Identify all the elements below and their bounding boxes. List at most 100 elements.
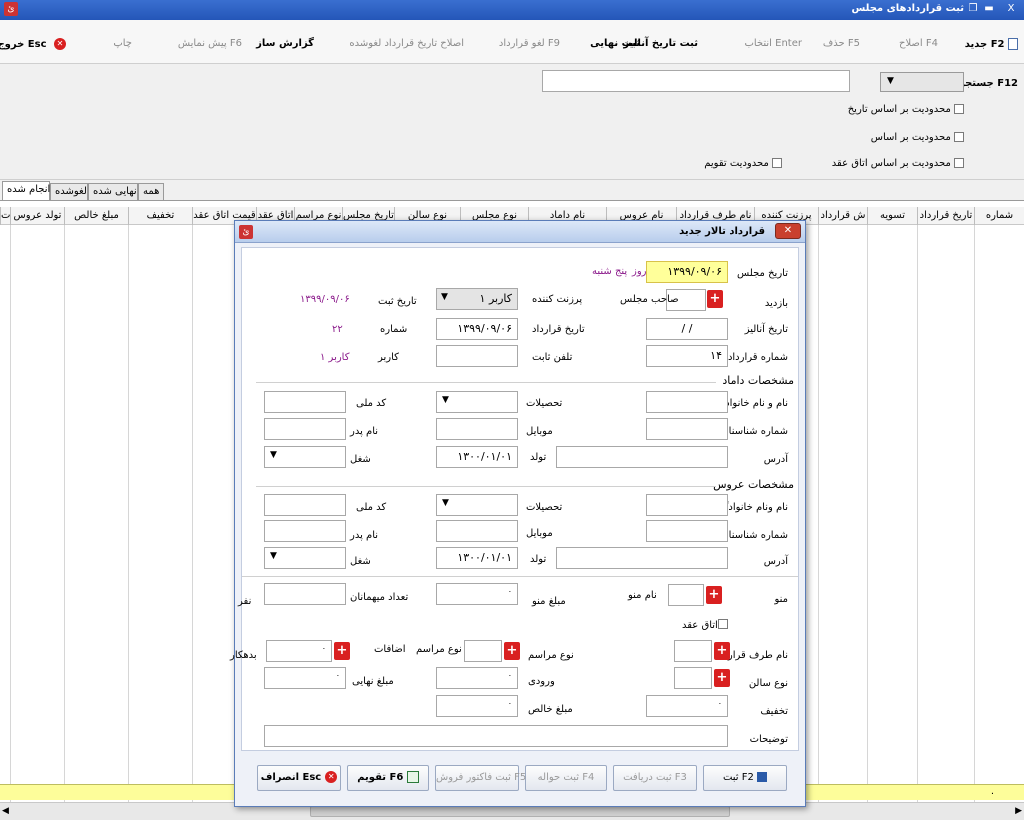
groom-idno-input[interactable] xyxy=(646,418,728,440)
col-settlement[interactable]: تسویه xyxy=(867,207,917,225)
add-party-icon[interactable]: + xyxy=(714,642,730,660)
ceremony-input[interactable] xyxy=(464,640,502,662)
menu-price-input[interactable]: ۰ xyxy=(436,583,518,605)
exit-button[interactable]: خروج Esc ✕ xyxy=(0,38,66,50)
cancel-icon: ✕ xyxy=(325,771,338,783)
save-button[interactable]: ثبت F2 xyxy=(703,765,787,791)
menu-price-label: مبلغ منو xyxy=(532,596,566,607)
invoice-button[interactable]: ثبت فاکتور فروش F5 xyxy=(435,765,526,791)
edit-button[interactable]: اصلاح F4 xyxy=(899,38,938,49)
guests-input[interactable] xyxy=(264,583,346,605)
bride-name-input[interactable] xyxy=(646,494,728,516)
delete-button[interactable]: حذف F5 xyxy=(823,38,860,49)
app-icon: ئ xyxy=(4,2,18,16)
col-number[interactable]: شماره xyxy=(974,207,1024,225)
event-date-input[interactable]: ۱۳۹۹/۰۹/۰۶ xyxy=(646,261,728,283)
net-input[interactable]: ۰ xyxy=(436,695,518,717)
contract-no-input[interactable]: ۱۴ xyxy=(646,345,728,367)
col-net[interactable]: مبلغ خالص xyxy=(64,207,128,225)
presenter-label: پرزنت کننده xyxy=(532,294,583,305)
filter-calendar-option[interactable]: محدودیت تقویم xyxy=(704,158,782,169)
hall-input[interactable] xyxy=(674,667,712,689)
groom-name-input[interactable] xyxy=(646,391,728,413)
bride-idno-input[interactable] xyxy=(646,520,728,542)
cancel-button[interactable]: انصراف Esc ✕ xyxy=(257,765,341,791)
dialog-close-icon[interactable]: ✕ xyxy=(775,223,801,239)
tab-cancelled[interactable]: لغوشده xyxy=(50,183,88,200)
bride-mobile-input[interactable] xyxy=(436,520,518,542)
filter-basis-label: محدودیت بر اساس xyxy=(870,132,951,143)
groom-edu-select[interactable]: ▼ xyxy=(436,391,518,413)
print-button[interactable]: چاپ xyxy=(113,38,132,49)
add-ceremony-icon[interactable]: + xyxy=(504,642,520,660)
final-input[interactable]: ۰ xyxy=(264,667,346,689)
room-checkbox[interactable] xyxy=(718,619,728,629)
col-extra[interactable]: ت xyxy=(0,207,10,225)
scroll-right-icon[interactable]: ▶ xyxy=(1015,806,1022,816)
groom-mobile-input[interactable] xyxy=(436,418,518,440)
filter-room-checkbox[interactable] xyxy=(954,158,964,168)
contract-date-label: تاریخ قرارداد xyxy=(532,324,585,335)
entry-input[interactable]: ۰ xyxy=(436,667,518,689)
guests-unit: نفر xyxy=(238,596,252,607)
groom-birth-input[interactable]: ۱۳۰۰/۰۱/۰۱ xyxy=(436,446,518,468)
tab-all[interactable]: همه xyxy=(138,183,164,200)
add-menu-icon[interactable]: + xyxy=(706,586,722,604)
bride-address-input[interactable] xyxy=(556,547,728,569)
cancel-contract-button[interactable]: لغو قرارداد F9 xyxy=(499,38,560,49)
bride-job-select[interactable]: ▼ xyxy=(264,547,346,569)
analysis-date-button[interactable]: ثبت تاریخ آنالیز xyxy=(623,38,698,49)
groom-address-input[interactable] xyxy=(556,446,728,468)
col-contract-date[interactable]: تاریخ قرارداد xyxy=(917,207,974,225)
party-name-input[interactable] xyxy=(674,640,712,662)
add-debtor-icon[interactable]: + xyxy=(334,642,350,660)
discount-input[interactable]: ۰ xyxy=(646,695,728,717)
phone-input[interactable] xyxy=(436,345,518,367)
fix-cancel-date-button[interactable]: اصلاح تاریخ قرارداد لغوشده xyxy=(349,38,464,49)
bride-edu-select[interactable]: ▼ xyxy=(436,494,518,516)
search-input[interactable] xyxy=(542,70,850,92)
filter-calendar-checkbox[interactable] xyxy=(772,158,782,168)
scroll-left-icon[interactable]: ◀ xyxy=(2,806,9,816)
groom-nid-input[interactable] xyxy=(264,391,346,413)
dialog-footer: ثبت F2 ثبت دریافت F3 ثبت حواله F4 ثبت فا… xyxy=(241,757,799,801)
col-bride-birth[interactable]: تولد عروس xyxy=(10,207,64,225)
tab-done[interactable]: انجام شده xyxy=(2,181,50,200)
col-discount[interactable]: تخفیف xyxy=(128,207,192,225)
groom-father-label: نام پدر xyxy=(350,426,379,437)
filter-room-option[interactable]: محدودیت بر اساس اتاق عقد xyxy=(832,158,964,169)
scroll-thumb[interactable] xyxy=(310,806,730,817)
bride-nid-input[interactable] xyxy=(264,494,346,516)
debtor-input[interactable]: ۰ xyxy=(266,640,332,662)
groom-job-select[interactable]: ▼ xyxy=(264,446,346,468)
close-icon[interactable]: X xyxy=(1004,2,1018,16)
col-contract-no[interactable]: ش قرارداد xyxy=(818,207,867,225)
menu-name-input[interactable] xyxy=(668,584,704,606)
bride-father-input[interactable] xyxy=(264,520,346,542)
new-button[interactable]: جدید F2 xyxy=(965,38,1018,50)
minimize-icon[interactable]: ▬ xyxy=(982,2,996,16)
preview-button[interactable]: پیش نمایش F6 xyxy=(178,38,242,49)
select-button[interactable]: انتخاب Enter xyxy=(744,38,802,49)
receive-button[interactable]: ثبت دریافت F3 xyxy=(613,765,697,791)
calendar-button[interactable]: تقویم F6 xyxy=(347,765,429,791)
groom-father-input[interactable] xyxy=(264,418,346,440)
add-hall-icon[interactable]: + xyxy=(714,669,730,687)
filter-basis-checkbox[interactable] xyxy=(954,132,964,142)
bride-birth-input[interactable]: ۱۳۰۰/۰۱/۰۱ xyxy=(436,547,518,569)
filter-basis-option[interactable]: محدودیت بر اساس xyxy=(871,132,964,143)
groom-birth-label: تولد xyxy=(530,452,547,463)
add-host-icon[interactable]: + xyxy=(707,290,723,308)
tab-finalized[interactable]: نهایی شده xyxy=(88,183,138,200)
restore-icon[interactable]: ❐ xyxy=(966,2,980,16)
analysis-date-input[interactable]: / / xyxy=(646,318,728,340)
search-dropdown[interactable]: ▼ xyxy=(880,72,964,92)
filter-date-checkbox[interactable] xyxy=(954,104,964,114)
filter-date-option[interactable]: محدودیت بر اساس تاریخ xyxy=(848,104,964,115)
transfer-button[interactable]: ثبت حواله F4 xyxy=(525,765,607,791)
report-builder-button[interactable]: گزارش ساز xyxy=(256,38,314,49)
contract-date-input[interactable]: ۱۳۹۹/۰۹/۰۶ xyxy=(436,318,518,340)
presenter-select[interactable]: کاربر ۱ ▼ xyxy=(436,288,518,310)
new-contract-dialog: ئ قرارداد تالار جدید ✕ تاریخ مجلس ۱۳۹۹/۰… xyxy=(230,220,806,807)
notes-input[interactable] xyxy=(264,725,728,747)
